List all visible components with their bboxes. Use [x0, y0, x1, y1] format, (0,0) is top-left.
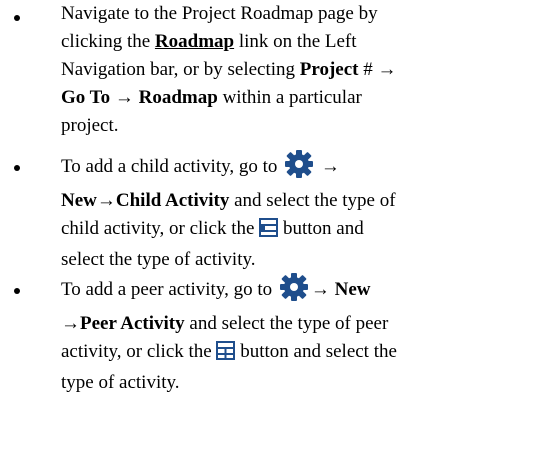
roadmap-link[interactable]: Roadmap [155, 31, 234, 52]
arrow-glyph: → [377, 59, 397, 80]
text-line: Navigation bar, or by selecting Project … [61, 59, 397, 80]
text-line: clicking the Roadmap link on the Left [61, 31, 357, 52]
text-line: Navigate to the Project Roadmap page by [61, 3, 378, 24]
text-line: child activity, or click the button and [61, 215, 539, 246]
bullet-marker [14, 288, 20, 294]
arrow-glyph: → [310, 279, 330, 300]
arrow-glyph: → [114, 87, 134, 108]
gear-icon [277, 273, 311, 310]
bullet-marker [14, 15, 20, 21]
list-item-text: To add a peer activity, go to → New →Pee… [61, 273, 539, 397]
arrow-glyph: → [61, 313, 80, 334]
text-line: select the type of activity. [61, 249, 256, 270]
text-line: To add a child activity, go to → [61, 150, 539, 187]
text-line: Go To → Roadmap within a particular [61, 87, 362, 108]
instruction-list: Navigate to the Project Roadmap page by … [0, 0, 541, 463]
text-line: activity, or click the button and select… [61, 338, 539, 369]
text-line: To add a peer activity, go to → New [61, 273, 539, 310]
text-line: New→Child Activity and select the type o… [61, 190, 396, 211]
arrow-glyph: → [96, 190, 116, 211]
list-item-text: Navigate to the Project Roadmap page by … [61, 0, 539, 140]
list-item-text: To add a child activity, go to → New→Chi… [61, 150, 539, 274]
text-line: project. [61, 115, 119, 136]
text-line: type of activity. [61, 372, 180, 393]
arrow-glyph: → [320, 156, 340, 177]
bullet-marker [14, 165, 20, 171]
add-peer-activity-icon[interactable] [216, 341, 236, 369]
add-child-activity-icon[interactable] [259, 218, 279, 246]
text-line: →Peer Activity and select the type of pe… [61, 313, 389, 334]
gear-icon [282, 150, 316, 187]
